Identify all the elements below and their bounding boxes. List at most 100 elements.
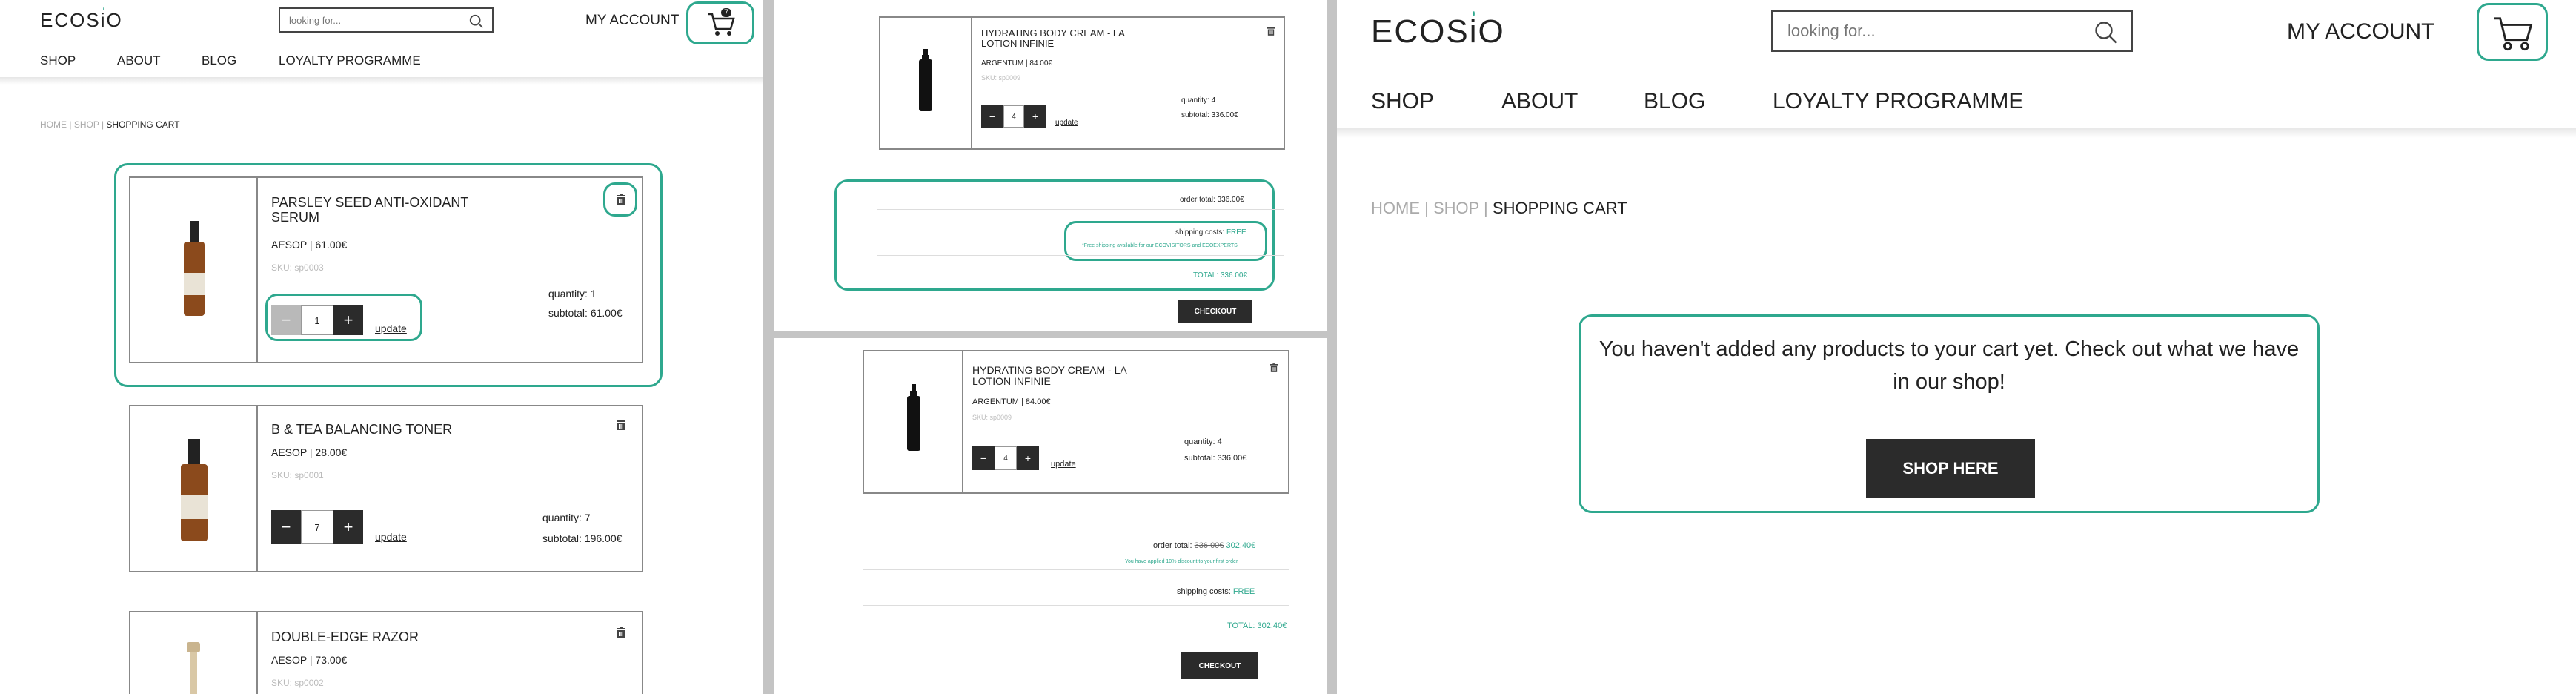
nav-about[interactable]: ABOUT [117,53,161,68]
breadcrumb: HOME | SHOP | SHOPPING CART [40,119,180,130]
decrease-button[interactable]: − [981,105,1003,128]
product-name[interactable]: PARSLEY SEED ANTI-OXIDANT SERUM [271,195,486,225]
quantity-input[interactable]: 4 [1003,105,1024,128]
discount-note: You have applied 10% discount to your fi… [1125,559,1238,564]
total: TOTAL: 336.00€ [1193,271,1248,280]
product-image [130,406,258,571]
breadcrumb-home[interactable]: HOME [40,119,67,130]
product-name[interactable]: DOUBLE-EDGE RAZOR [271,629,508,645]
increase-button[interactable]: + [1017,446,1039,470]
product-name[interactable]: HYDRATING BODY CREAM - LA LOTION INFINIE [972,364,1150,388]
divider [863,605,1289,606]
update-link[interactable]: update [375,531,407,543]
logo[interactable]: ECOSiO [40,9,123,32]
plus-icon: + [1024,452,1032,464]
nav-shop[interactable]: SHOP [1371,89,1434,114]
nav-loyalty-programme[interactable]: LOYALTY PROGRAMME [1773,89,2023,114]
nav-shop[interactable]: SHOP [40,53,76,68]
old-price: 336.00€ [1194,541,1224,550]
quantity-input[interactable]: 7 [301,510,333,544]
nav-blog[interactable]: BLOG [1644,89,1705,114]
panel-cart-summary-discount: HYDRATING BODY CREAM - LA LOTION INFINIE… [774,338,1327,694]
logo[interactable]: ECOSiO [1371,13,1505,50]
cart-item: B & TEA BALANCING TONER AESOP | 28.00€ S… [129,405,643,572]
my-account-link[interactable]: MY ACCOUNT [2287,19,2434,44]
item-quantity: quantity: 4 [1181,96,1216,105]
cart-icon [2494,17,2533,51]
trash-icon[interactable] [1267,27,1275,36]
breadcrumb-shop[interactable]: SHOP [1433,199,1479,217]
breadcrumb-home[interactable]: HOME [1371,199,1420,217]
stepper-highlight [265,294,422,341]
item-quantity: quantity: 4 [1184,437,1222,446]
product-brand-price: AESOP | 61.00€ [271,239,348,251]
trash-icon[interactable] [617,420,625,430]
logo-text: ECOS [1371,13,1470,50]
cart-icon [708,13,735,36]
cart-item: DOUBLE-EDGE RAZOR AESOP | 73.00€ SKU: sp… [129,611,643,694]
breadcrumb-current: SHOPPING CART [1492,199,1627,217]
search-box[interactable] [1771,10,2133,52]
trash-icon[interactable] [617,194,625,205]
product-image [864,351,963,492]
quantity-stepper: − 4 + [981,105,1046,128]
panel-cart-with-items: ECOSiO MY ACCOUNT 7 SHOP ABOUT BLOG LOYA… [0,0,763,694]
order-total-label: order total: [1153,541,1192,550]
decrease-button[interactable]: − [271,510,301,544]
increase-button[interactable]: + [333,510,363,544]
product-brand-price: AESOP | 73.00€ [271,654,348,666]
product-name[interactable]: B & TEA BALANCING TONER [271,422,508,437]
quantity-input[interactable]: 4 [995,446,1017,470]
cart-button[interactable]: 7 [686,1,754,44]
shipping-costs: shipping costs: FREE [1177,587,1255,596]
breadcrumb: HOME | SHOP | SHOPPING CART [1371,199,1627,218]
search-input[interactable] [1773,12,2060,50]
update-link[interactable]: update [1051,460,1076,469]
increase-button[interactable]: + [1024,105,1046,128]
panel-empty-cart: ECOSiO MY ACCOUNT SHOP ABOUT BLOG LOYALT… [1337,0,2576,694]
nav-about[interactable]: ABOUT [1501,89,1578,114]
search-box[interactable] [279,7,494,33]
minus-icon: − [980,452,987,464]
decrease-button[interactable]: − [972,446,995,470]
search-input[interactable] [280,9,450,31]
product-image [880,18,972,148]
product-sku: SKU: sp0002 [271,678,324,688]
item-subtotal: subtotal: 336.00€ [1181,111,1238,119]
checkout-button[interactable]: CHECKOUT [1181,652,1258,679]
shipping-value: FREE [1226,228,1246,237]
product-sku: SKU: sp0003 [271,262,324,273]
update-link[interactable]: update [1055,119,1078,127]
shop-here-button[interactable]: SHOP HERE [1866,439,2035,498]
quantity-stepper: − 4 + [972,446,1039,470]
checkout-button[interactable]: CHECKOUT [1178,300,1252,323]
search-icon[interactable] [2093,19,2119,46]
shipping-value: FREE [1232,587,1255,596]
cart-button[interactable] [2477,3,2548,61]
product-brand-price: AESOP | 28.00€ [271,446,348,458]
search-icon[interactable] [468,13,485,30]
product-sku: SKU: sp0009 [972,414,1012,421]
panel-cart-summary-top: HYDRATING BODY CREAM - LA LOTION INFINIE… [774,0,1327,331]
my-account-link[interactable]: MY ACCOUNT [585,13,679,29]
cart-item: HYDRATING BODY CREAM - LA LOTION INFINIE… [879,16,1285,150]
breadcrumb-separator: | [1484,199,1488,217]
new-price: 302.40€ [1226,541,1256,550]
nav-blog[interactable]: BLOG [202,53,236,68]
cart-item: HYDRATING BODY CREAM - LA LOTION INFINIE… [863,350,1289,494]
product-name[interactable]: HYDRATING BODY CREAM - LA LOTION INFINIE [981,27,1144,50]
header-shadow [0,77,763,85]
trash-icon[interactable] [1270,363,1278,372]
breadcrumb-shop[interactable]: SHOP [74,119,99,130]
trash-icon[interactable] [617,627,625,638]
item-quantity: quantity: 7 [542,512,591,523]
empty-cart-message: You haven't added any products to your c… [1599,337,2300,394]
item-subtotal: subtotal: 61.00€ [548,307,623,319]
shipping-note: *Free shipping available for our ECOVISI… [1082,243,1238,248]
nav-loyalty-programme[interactable]: LOYALTY PROGRAMME [279,53,421,68]
quantity-stepper: − 7 + [271,510,363,544]
product-brand-price: ARGENTUM | 84.00€ [972,397,1051,406]
shipping-label: shipping costs: [1177,587,1231,596]
plus-icon: + [1032,110,1039,122]
logo-text-o: O [1478,13,1505,50]
